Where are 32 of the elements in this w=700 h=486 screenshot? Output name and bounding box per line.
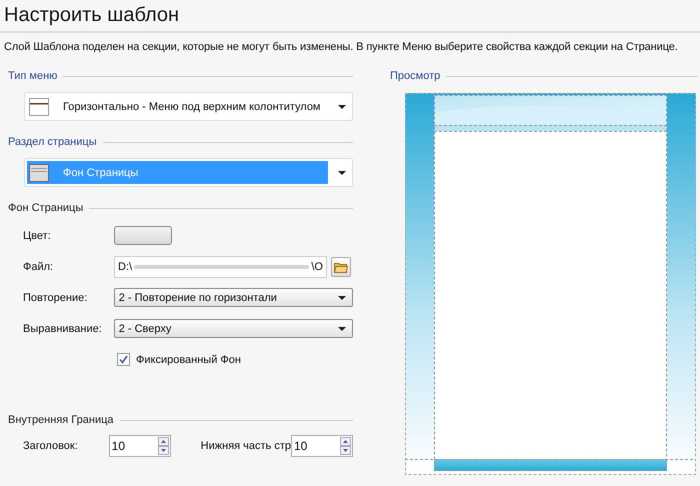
section-label: Фон Страницы [8, 202, 84, 214]
field-label: Заголовок: [23, 440, 79, 452]
color-button[interactable] [114, 226, 172, 245]
caret-icon [338, 326, 346, 330]
number-spinner[interactable]: 10 [291, 435, 353, 457]
field-label: Выравнивание: [23, 322, 103, 334]
file-path-field[interactable]: D:\ \O [114, 256, 327, 278]
section-label: Просмотр [390, 70, 440, 82]
description-text: Слой Шаблона поделен на секции, которые не могут быть изменены. В пункте Меню выберите свойства каждой секции на Странице. [3, 40, 679, 55]
caret-icon [338, 296, 346, 300]
checkbox[interactable] [117, 353, 130, 366]
field-label: Файл: [23, 260, 54, 272]
section-label: Раздел страницы [8, 136, 97, 148]
caret-icon [338, 170, 346, 174]
page-title: Настроить шаблон [4, 4, 180, 27]
field-label: Цвет: [23, 230, 52, 242]
number-spinner[interactable]: 10 [108, 435, 171, 457]
folder-icon [334, 260, 348, 272]
stepper-arrows-icon [340, 437, 351, 455]
dropdown[interactable]: 2 - Сверху [114, 319, 353, 338]
section-label: Внутренняя Граница [8, 414, 114, 426]
dropdown[interactable]: 2 - Повторение по горизонтали [114, 288, 353, 307]
caret-icon [338, 104, 346, 108]
stepper-arrows-icon [158, 437, 169, 455]
section-label: Тип меню [8, 70, 58, 82]
dropdown[interactable]: Горизонтально - Меню под верхним колонтитулом [24, 92, 353, 121]
browse-button[interactable] [331, 256, 351, 276]
field-label: Повторение: [23, 292, 88, 304]
checkbox-label: Фиксированный Фон [136, 354, 241, 366]
layout-icon [29, 164, 49, 182]
field-label: Нижняя часть стр [200, 440, 291, 452]
layout-icon [29, 98, 49, 116]
